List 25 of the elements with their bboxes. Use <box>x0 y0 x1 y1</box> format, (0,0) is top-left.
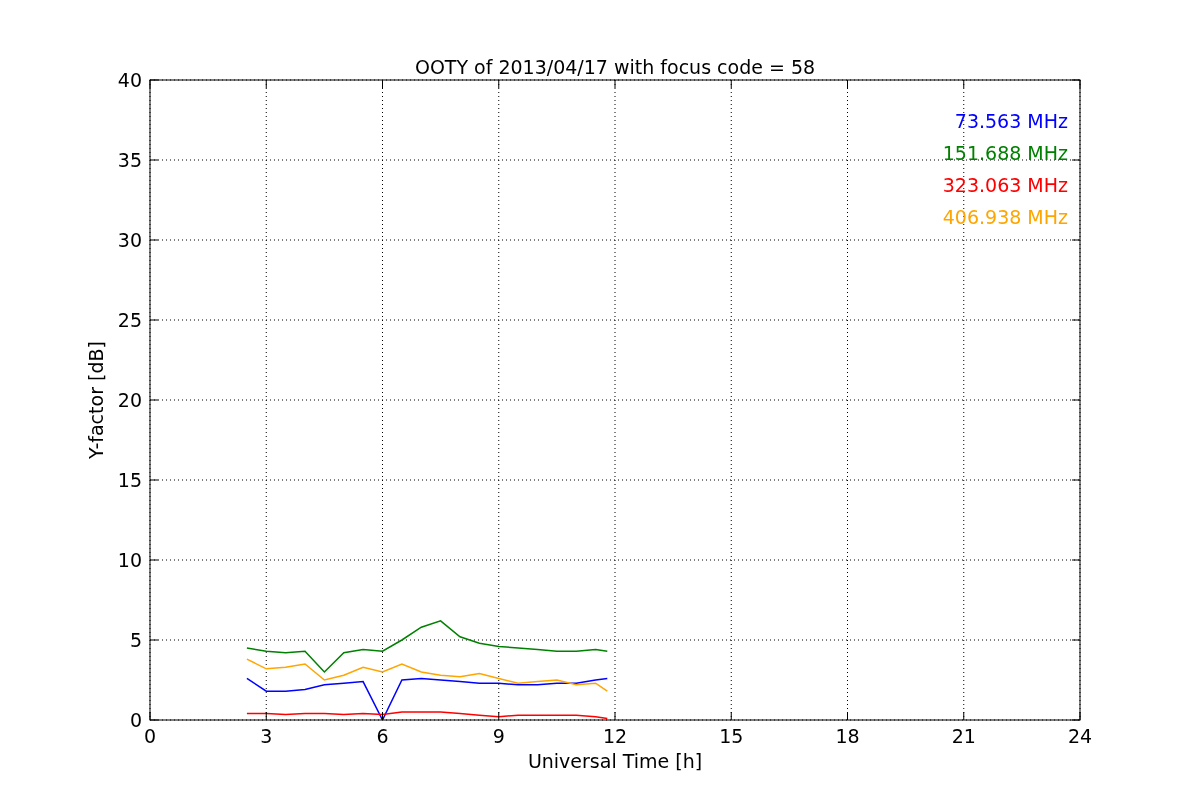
chart-title: OOTY of 2013/04/17 with focus code = 58 <box>414 56 816 78</box>
x-axis-label: Universal Time [h] <box>527 750 703 772</box>
legend-label: 406.938 MHz <box>942 206 1068 228</box>
y-tick-label: 25 <box>117 309 142 331</box>
y-tick-label: 20 <box>117 389 142 411</box>
y-tick-label: 15 <box>117 469 142 491</box>
y-tick-label: 40 <box>117 69 142 91</box>
x-tick-label: 9 <box>492 725 505 747</box>
x-tick-label: 18 <box>835 725 860 747</box>
x-tick-label: 0 <box>143 725 157 747</box>
legend-label: 73.563 MHz <box>954 110 1068 132</box>
y-tick-label: 35 <box>117 149 142 171</box>
x-tick-label: 21 <box>951 725 976 747</box>
x-tick-label: 12 <box>602 725 628 747</box>
x-tick-label: 6 <box>376 725 389 747</box>
y-tick-label: 0 <box>129 709 142 731</box>
x-tick-label: 3 <box>260 725 273 747</box>
y-tick-label: 30 <box>117 229 142 251</box>
legend-label: 151.688 MHz <box>942 142 1068 164</box>
y-axis-label: Y-factor [dB] <box>85 341 107 459</box>
x-tick-label: 24 <box>1067 725 1093 747</box>
y-tick-label: 5 <box>129 629 142 651</box>
x-tick-label: 15 <box>719 725 744 747</box>
y-tick-label: 10 <box>117 549 142 571</box>
legend-label: 323.063 MHz <box>942 174 1068 196</box>
